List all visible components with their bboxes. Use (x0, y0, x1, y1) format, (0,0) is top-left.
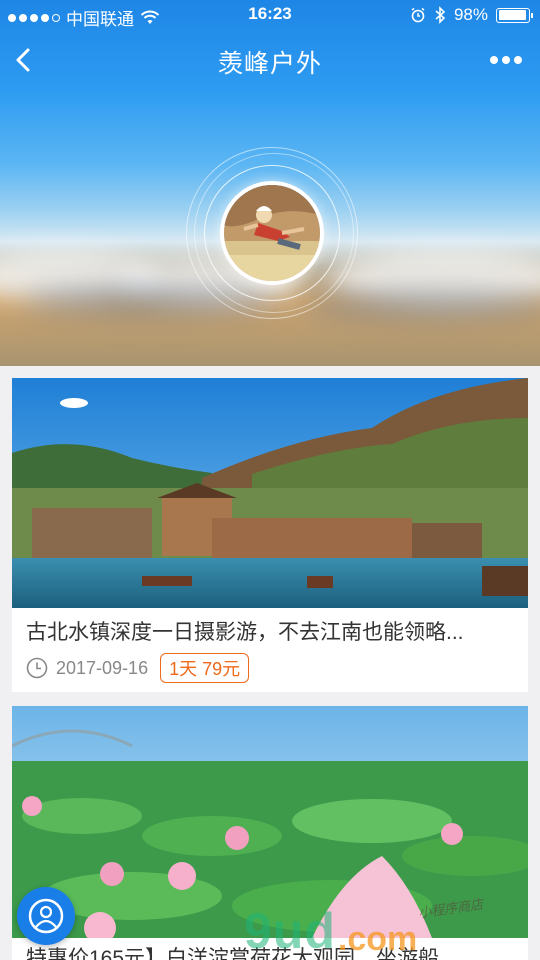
watermark-logo: 9ud .com (244, 892, 417, 956)
profile-header: 中国联通 16:23 98% 羡峰户外 (0, 0, 540, 366)
battery-percent: 98% (453, 5, 488, 24)
trip-title: 古北水镇深度一日摄影游，不去江南也能领略... (26, 621, 464, 644)
avatar[interactable] (220, 181, 324, 285)
climber-photo (224, 185, 320, 281)
page-title: 羡峰户外 (217, 50, 322, 78)
status-right: 98% (410, 5, 533, 25)
clock-icon (26, 657, 48, 679)
avatar-area (186, 147, 358, 319)
trip-date: 2017-09-16 (56, 657, 149, 678)
watermark-main: 9ud (244, 903, 336, 959)
nav-bar: 羡峰户外 (0, 36, 540, 84)
watermark-com: .com (337, 920, 418, 958)
price-badge: 1天 79元 (160, 653, 250, 683)
more-dot-icon (490, 56, 498, 64)
status-bar: 中国联通 16:23 98% (0, 0, 540, 30)
trip-card[interactable]: 古北水镇深度一日摄影游，不去江南也能领略... 2017-09-16 1天 79… (12, 378, 528, 692)
battery-icon (496, 7, 533, 23)
more-dot-icon (514, 56, 522, 64)
trip-meta: 2017-09-16 1天 79元 (26, 653, 250, 683)
water-town-photo (12, 378, 528, 608)
more-button[interactable] (486, 48, 526, 72)
more-dot-icon (502, 56, 510, 64)
bluetooth-icon (435, 6, 446, 24)
profile-fab-button[interactable] (17, 887, 75, 945)
alarm-icon (411, 7, 425, 23)
user-icon (28, 898, 64, 934)
trip-photo (12, 378, 528, 608)
